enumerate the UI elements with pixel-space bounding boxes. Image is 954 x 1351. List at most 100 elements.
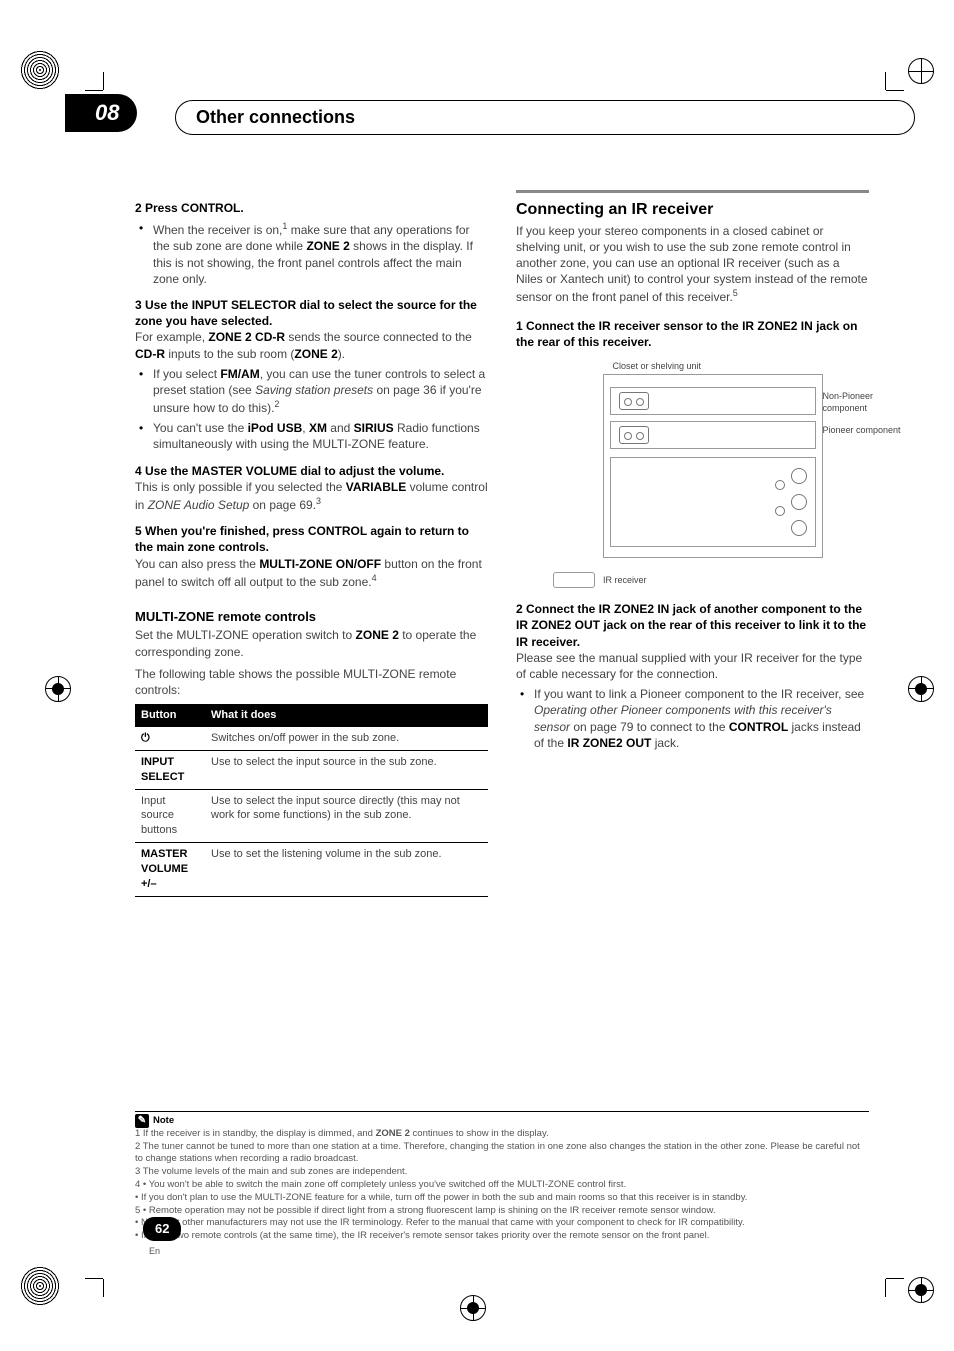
bold: ZONE 2 [376, 1128, 410, 1139]
diagram-label: IR receiver [603, 562, 647, 586]
text: You can't use the [153, 421, 248, 435]
page-language: En [149, 1245, 160, 1257]
crop-mark-icon [103, 72, 104, 90]
page-number: 62 [143, 1217, 181, 1241]
ir-receiver-icon [553, 572, 595, 588]
step-5-para: You can also press the MULTI-ZONE ON/OFF… [135, 556, 488, 590]
text: continues to show in the display. [410, 1128, 549, 1139]
text: If you want to link a Pioneer component … [534, 687, 864, 701]
footnotes: ✎ Note 1 If the receiver is in standby, t… [135, 1111, 869, 1243]
footnote-5c: • If using two remote controls (at the s… [135, 1230, 869, 1243]
bold: XM [309, 421, 327, 435]
step-5-heading: 5 When you're finished, press CONTROL ag… [135, 523, 488, 555]
diagram-receiver [610, 457, 816, 547]
table-header: What it does [205, 704, 488, 727]
chapter-header: 08 Other connections [85, 100, 919, 140]
italic: Saving station presets [255, 383, 373, 397]
bold: FM/AM [220, 367, 259, 381]
table-row: ⏻ Switches on/off power in the sub zone. [135, 727, 488, 750]
table-row: INPUT SELECT Use to select the input sou… [135, 750, 488, 789]
crop-mark-icon [103, 1279, 104, 1297]
text: If you select [153, 367, 220, 381]
footnote-4b: • If you don't plan to use the MULTI-ZON… [135, 1192, 869, 1205]
footnote-ref: 3 [316, 496, 321, 506]
multizone-para-2: The following table shows the possible M… [135, 666, 488, 698]
bold: iPod USB [248, 421, 303, 435]
note-heading-label: Note [153, 1115, 174, 1126]
table-row: Input source buttons Use to select the i… [135, 789, 488, 843]
footnote-ref: 5 [733, 288, 738, 298]
step-3-bullet-2: You can't use the iPod USB, XM and SIRIU… [135, 420, 488, 452]
table-cell: Input source buttons [135, 789, 205, 843]
knob-icon [775, 480, 785, 490]
step-2-bullet: When the receiver is on,1 make sure that… [135, 220, 488, 287]
left-column: 2 Press CONTROL. When the receiver is on… [135, 190, 488, 897]
section-para: If you keep your stereo components in a … [516, 223, 869, 306]
bold: CD-R [135, 347, 165, 361]
table-row: MASTER VOLUME +/– Use to set the listeni… [135, 843, 488, 897]
right-step-2-bullet: If you want to link a Pioneer component … [516, 686, 869, 751]
table-cell: MASTER VOLUME +/– [135, 843, 205, 897]
note-icon: ✎ [135, 1114, 149, 1128]
text: For example, [135, 330, 208, 344]
text: inputs to the sub room ( [165, 347, 294, 361]
jacks-icon [619, 426, 649, 444]
table-header-row: Button What it does [135, 704, 488, 727]
knob-icon [791, 494, 807, 510]
text: jack. [651, 736, 679, 750]
italic: ZONE Audio Setup [148, 498, 250, 512]
power-icon: ⏻ [135, 727, 205, 750]
jacks-icon [619, 392, 649, 410]
bold: ZONE 2 [356, 628, 399, 642]
diagram-component: Pioneer component [610, 421, 816, 449]
text: , [302, 421, 309, 435]
bold: ZONE 2 CD-R [208, 330, 285, 344]
bold: ZONE 2 [294, 347, 337, 361]
multizone-subheading: MULTI-ZONE remote controls [135, 608, 488, 626]
footnote-1: 1 If the receiver is in standby, the dis… [135, 1128, 869, 1141]
right-column: Connecting an IR receiver If you keep yo… [516, 190, 869, 897]
text: and [327, 421, 354, 435]
step-4-para: This is only possible if you selected th… [135, 479, 488, 513]
bold: CONTROL [729, 720, 788, 734]
diagram-label: Pioneer component [823, 424, 913, 436]
connection-diagram: Closet or shelving unit Non-Pioneer comp… [543, 360, 843, 591]
knob-icon [791, 468, 807, 484]
knob-icon [791, 520, 807, 536]
bold: MULTI-ZONE ON/OFF [259, 557, 381, 571]
chapter-title: Other connections [175, 100, 915, 135]
table-cell: INPUT SELECT [135, 750, 205, 789]
step-3-para: For example, ZONE 2 CD-R sends the sourc… [135, 329, 488, 361]
footnote-2: 2 The tuner cannot be tuned to more than… [135, 1141, 869, 1167]
text: on page 69. [249, 498, 316, 512]
registration-mark-icon [45, 676, 71, 702]
bold: VARIABLE [346, 480, 406, 494]
diagram-component: Non-Pioneer component [610, 387, 816, 415]
registration-mark-icon [20, 1266, 60, 1306]
diagram-label: Closet or shelving unit [613, 360, 843, 372]
right-step-1-heading: 1 Connect the IR receiver sensor to the … [516, 318, 869, 350]
footnote-4a: 4 • You won't be able to switch the main… [135, 1179, 869, 1192]
multizone-para-1: Set the MULTI-ZONE operation switch to Z… [135, 627, 488, 659]
crop-mark-icon [886, 90, 904, 91]
crop-mark-icon [885, 72, 886, 90]
text: Set the MULTI-ZONE operation switch to [135, 628, 356, 642]
registration-mark-icon [20, 50, 60, 90]
crop-mark-icon [85, 90, 103, 91]
diagram-label: Non-Pioneer component [823, 390, 913, 414]
footnote-ref: 2 [274, 399, 279, 409]
registration-mark-icon [908, 58, 934, 84]
bold: IR ZONE2 OUT [567, 736, 651, 750]
footnote-3: 3 The volume levels of the main and sub … [135, 1166, 869, 1179]
table-cell: Use to set the listening volume in the s… [205, 843, 488, 897]
table-header: Button [135, 704, 205, 727]
table-cell: Use to select the input source in the su… [205, 750, 488, 789]
step-2-heading: 2 Press CONTROL. [135, 200, 488, 216]
footnote-5a: 5 • Remote operation may not be possible… [135, 1205, 869, 1218]
step-4-heading: 4 Use the MASTER VOLUME dial to adjust t… [135, 463, 488, 479]
text: You can also press the [135, 557, 259, 571]
text: 1 If the receiver is in standby, the dis… [135, 1128, 376, 1139]
section-heading: Connecting an IR receiver [516, 190, 869, 221]
text: When the receiver is on, [153, 223, 282, 237]
step-3-heading: 3 Use the INPUT SELECTOR dial to select … [135, 297, 488, 329]
